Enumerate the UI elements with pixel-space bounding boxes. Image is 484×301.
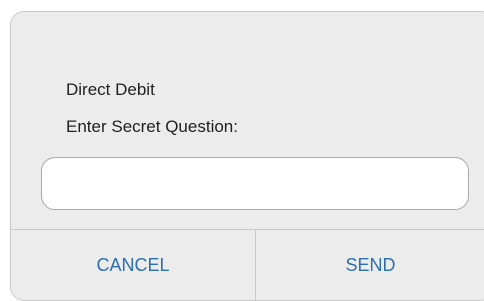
dialog-prompt: Enter Secret Question: bbox=[66, 117, 238, 136]
dialog-title: Direct Debit bbox=[66, 80, 155, 99]
cancel-button[interactable]: CANCEL bbox=[11, 230, 256, 300]
send-button[interactable]: SEND bbox=[256, 230, 484, 300]
dialog-button-bar: CANCEL SEND bbox=[11, 229, 484, 300]
dialog-body: Direct Debit Enter Secret Question: bbox=[11, 12, 484, 229]
secret-question-input[interactable] bbox=[41, 157, 469, 210]
secret-question-dialog: Direct Debit Enter Secret Question: CANC… bbox=[10, 11, 484, 301]
